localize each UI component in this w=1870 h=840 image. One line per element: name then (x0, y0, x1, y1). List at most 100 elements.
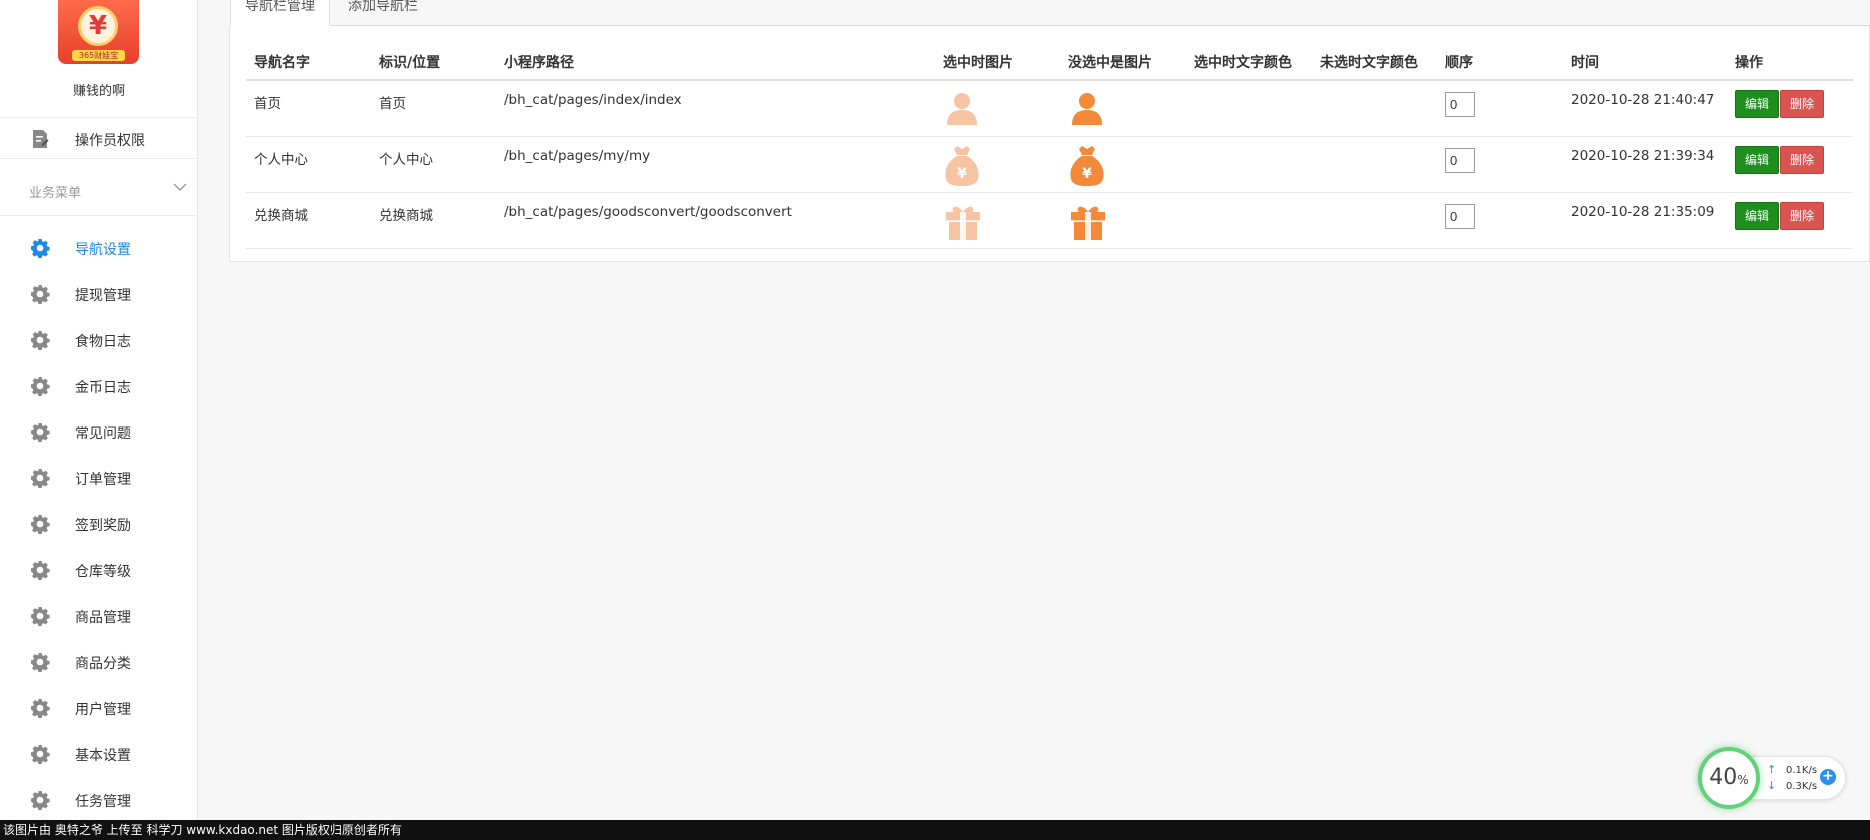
delete-button[interactable]: 删除 (1780, 201, 1825, 230)
yuan-coin-icon: ¥ (78, 6, 118, 46)
order-input[interactable] (1445, 147, 1475, 173)
sidebar-item-7[interactable]: 仓库等级 (0, 547, 198, 593)
col-header: 标识/位置 (371, 44, 496, 81)
sidebar-item-1[interactable]: 提现管理 (0, 271, 198, 317)
cell-selected-text-color (1186, 136, 1312, 193)
table-header-row: 导航名字 标识/位置 小程序路径 选中时图片 没选中是图片 选中时文字颜色 未选… (246, 44, 1853, 81)
cell-order (1437, 136, 1563, 193)
cell-unselected-text-color (1312, 80, 1437, 137)
sidebar-item-8[interactable]: 商品管理 (0, 593, 198, 639)
money-bag-icon: ¥ (943, 145, 981, 191)
sidebar-item-0[interactable]: 导航设置 (0, 225, 198, 271)
sidebar-item-3[interactable]: 金币日志 (0, 363, 198, 409)
gauge-unit: % (1737, 773, 1749, 787)
table-row: 个人中心 个人中心 /bh_cat/pages/my/my ¥ ¥ 2020-1… (246, 136, 1853, 193)
app-logo: ¥ 365财娃宝 (58, 0, 139, 64)
cpu-gauge: 40% (1698, 747, 1760, 809)
col-header: 选中时文字颜色 (1186, 44, 1312, 81)
tab-label: 添加导航栏 (348, 0, 418, 14)
sidebar-item-11[interactable]: 基本设置 (0, 731, 198, 777)
cell-actions: 编辑 删除 (1727, 80, 1853, 137)
gear-icon (30, 330, 50, 351)
sidebar-item-label: 任务管理 (75, 794, 131, 810)
col-header: 导航名字 (246, 44, 371, 81)
tab-bar: 导航栏管理 添加导航栏 (230, 0, 1870, 26)
table-row: 兑换商城 兑换商城 /bh_cat/pages/goodsconvert/goo… (246, 192, 1853, 249)
cell-selected-image: ¥ (935, 136, 1060, 193)
cell-time: 2020-10-28 21:40:47 (1563, 80, 1727, 137)
cell-unselected-text-color (1312, 136, 1437, 193)
image-credit-strip: 该图片由 奥特之爷 上传至 科学刀 www.kxdao.net 图片版权归原创者… (0, 820, 1870, 840)
sidebar-item-label: 商品管理 (75, 610, 131, 626)
cell-mark: 个人中心 (371, 136, 496, 193)
cell-path: /bh_cat/pages/my/my (496, 136, 935, 193)
sidebar-item-9[interactable]: 商品分类 (0, 639, 198, 685)
cell-time: 2020-10-28 21:35:09 (1563, 192, 1727, 249)
sidebar-item-label: 商品分类 (75, 656, 131, 672)
tab-nav-management[interactable]: 导航栏管理 (230, 0, 330, 26)
download-arrow-icon: ↓ (1767, 779, 1777, 792)
upload-speed: 0.1K/s (1786, 765, 1818, 776)
section-label: 业务菜单 (29, 186, 82, 201)
col-header: 选中时图片 (935, 44, 1060, 81)
sidebar-item-operator-permissions[interactable]: 操作员权限 (0, 117, 198, 159)
cell-selected-image (935, 80, 1060, 137)
edit-button[interactable]: 编辑 (1735, 201, 1780, 230)
cell-mark: 兑换商城 (371, 192, 496, 249)
sidebar-item-label: 用户管理 (75, 702, 131, 718)
cell-nav-name: 个人中心 (246, 136, 371, 193)
gift-icon (943, 206, 983, 245)
gift-icon (1068, 206, 1108, 245)
edit-button[interactable]: 编辑 (1735, 90, 1780, 118)
cell-actions: 编辑 删除 (1727, 136, 1853, 193)
order-input[interactable] (1445, 92, 1475, 117)
gear-icon (30, 652, 50, 673)
gear-icon (30, 560, 50, 581)
money-bag-icon: ¥ (1068, 145, 1106, 191)
cell-actions: 编辑 删除 (1727, 192, 1853, 249)
table-row: 首页 首页 /bh_cat/pages/index/index 2020-10-… (246, 80, 1853, 137)
gear-icon (30, 376, 50, 397)
sidebar-item-label: 常见问题 (75, 426, 131, 442)
svg-text:¥: ¥ (957, 166, 967, 182)
cell-unselected-image: ¥ (1060, 136, 1186, 193)
cell-unselected-text-color (1312, 192, 1437, 249)
cell-selected-text-color (1186, 80, 1312, 137)
sidebar-item-10[interactable]: 用户管理 (0, 685, 198, 731)
upload-arrow-icon: ↑ (1767, 763, 1777, 776)
order-input[interactable] (1445, 203, 1475, 229)
sidebar-item-2[interactable]: 食物日志 (0, 317, 198, 363)
sidebar-item-label: 提现管理 (75, 288, 131, 304)
gear-icon (30, 606, 50, 627)
cell-nav-name: 兑换商城 (246, 192, 371, 249)
sidebar-item-5[interactable]: 订单管理 (0, 455, 198, 501)
sidebar-item-label: 金币日志 (75, 380, 131, 396)
edit-button[interactable]: 编辑 (1735, 145, 1780, 174)
cell-selected-image (935, 192, 1060, 249)
cell-time: 2020-10-28 21:39:34 (1563, 136, 1727, 193)
gear-icon (30, 238, 50, 259)
section-header-business-menu[interactable]: 业务菜单 (0, 170, 198, 216)
col-header: 没选中是图片 (1060, 44, 1186, 81)
sidebar-item-label: 导航设置 (75, 242, 131, 258)
sidebar-item-4[interactable]: 常见问题 (0, 409, 198, 455)
sidebar-item-6[interactable]: 签到奖励 (0, 501, 198, 547)
chevron-down-icon (173, 183, 187, 191)
sidebar-item-label: 订单管理 (75, 472, 131, 488)
cell-order (1437, 192, 1563, 249)
download-speed: 0.3K/s (1786, 781, 1818, 792)
col-header: 未选时文字颜色 (1312, 44, 1437, 81)
gear-icon (30, 468, 50, 489)
sidebar-item-12[interactable]: 任务管理 (0, 777, 198, 823)
gear-icon (30, 422, 50, 443)
plus-icon[interactable]: + (1820, 769, 1836, 785)
delete-button[interactable]: 删除 (1780, 145, 1825, 174)
gear-icon (30, 698, 50, 719)
col-header: 小程序路径 (496, 44, 935, 81)
nav-table: 导航名字 标识/位置 小程序路径 选中时图片 没选中是图片 选中时文字颜色 未选… (246, 44, 1853, 249)
user-icon (943, 93, 981, 131)
tab-add-nav[interactable]: 添加导航栏 (334, 0, 432, 26)
tab-label: 导航栏管理 (245, 0, 315, 14)
delete-button[interactable]: 删除 (1780, 90, 1825, 118)
sidebar-item-label: 仓库等级 (75, 564, 131, 580)
